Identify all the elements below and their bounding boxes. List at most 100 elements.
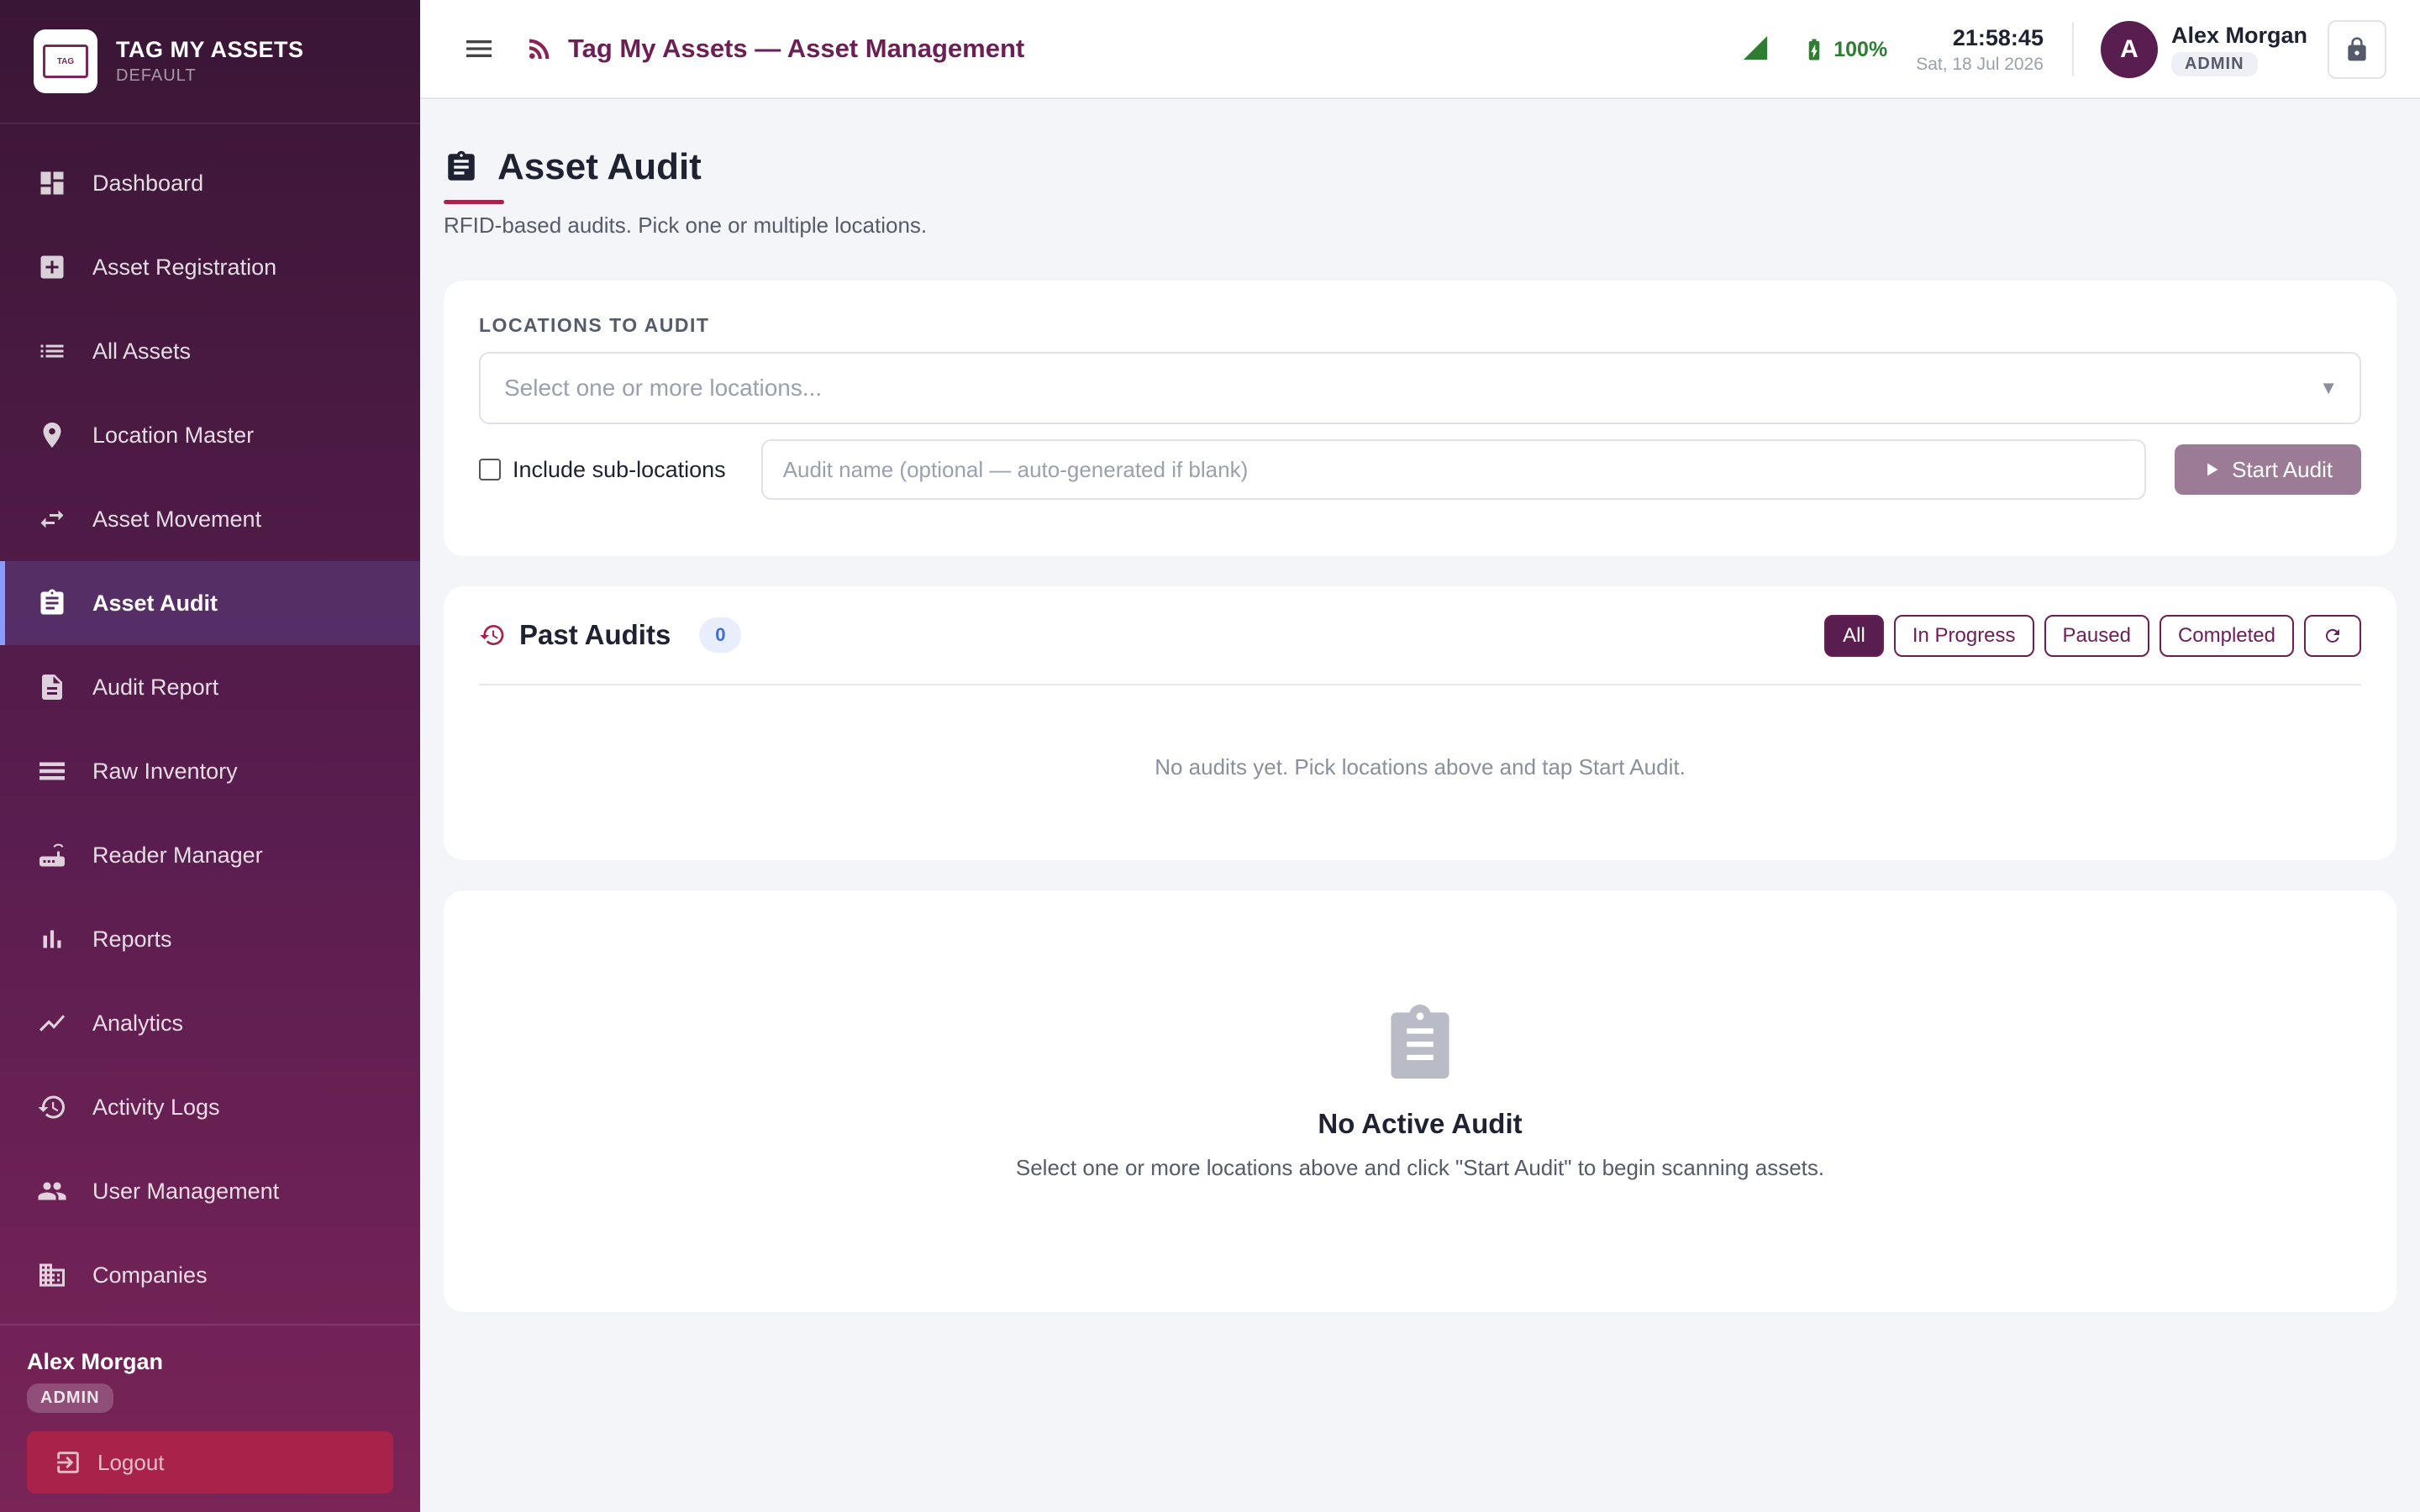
sidebar-item-label: Asset Registration [92,254,277,280]
list-icon [37,336,67,366]
people-icon [37,1176,67,1206]
include-sub-locations-checkbox[interactable] [479,459,501,480]
sidebar-item-label: Analytics [92,1010,184,1036]
sidebar-footer: Alex Morgan ADMIN Logout [0,1324,420,1512]
brand-title: TAG MY ASSETS [116,37,304,62]
audit-setup-card: LOCATIONS TO AUDIT Select one or more lo… [444,281,2396,556]
sidebar-item-audit-report[interactable]: Audit Report [0,645,420,729]
sidebar-item-label: Reader Manager [92,842,263,868]
sidebar-item-activity-logs[interactable]: Activity Logs [0,1065,420,1149]
hamburger-icon [466,40,492,57]
page-subtitle: RFID-based audits. Pick one or multiple … [444,213,928,238]
filter-all-button[interactable]: All [1824,615,1884,657]
no-active-audit-title: No Active Audit [1318,1108,1523,1139]
include-sub-locations[interactable]: Include sub-locations [479,457,761,483]
menu-toggle-button[interactable] [462,32,496,66]
dashboard-icon [37,168,67,198]
sidebar-item-label: Location Master [92,422,255,448]
history-icon [480,624,504,645]
sidebar-item-user-management[interactable]: User Management [0,1149,420,1233]
sidebar-item-reports[interactable]: Reports [0,897,420,981]
clipboard-icon [37,588,67,618]
brand-subtitle: DEFAULT [116,66,197,85]
sidebar-item-label: All Assets [92,338,192,364]
page-title: Asset Audit [497,146,702,187]
filter-completed-button[interactable]: Completed [2159,615,2294,657]
sidebar-item-raw-inventory[interactable]: Raw Inventory [0,729,420,813]
sidebar-item-dashboard[interactable]: Dashboard [0,141,420,225]
battery-charging-icon [1808,39,1820,60]
brand: TAG TAG MY ASSETS DEFAULT [0,0,420,124]
sidebar-item-asset-registration[interactable]: Asset Registration [0,225,420,309]
location-pin-icon [37,420,67,450]
logout-label: Logout [97,1449,165,1475]
sidebar-nav: Dashboard Asset Registration All Assets … [0,141,420,1317]
start-audit-button[interactable]: Start Audit [2175,444,2361,495]
router-icon [37,840,67,870]
rfid-signal-icon [524,34,555,64]
sidebar-item-companies[interactable]: Companies [0,1233,420,1317]
locations-select[interactable]: Select one or more locations... ▼ [479,352,2361,424]
lock-icon [2348,37,2366,61]
trend-icon [37,1008,67,1038]
refresh-button[interactable] [2304,615,2361,657]
past-audits-card: Past Audits 0 All In Progress Paused Com… [444,586,2396,860]
sidebar-item-asset-movement[interactable]: Asset Movement [0,477,420,561]
locations-label: LOCATIONS TO AUDIT [479,314,710,336]
refresh-icon [2325,628,2339,643]
page-header: Asset Audit [444,146,2396,188]
app-title: Tag My Assets — Asset Management [568,34,1025,63]
audit-name-input[interactable]: Audit name (optional — auto-generated if… [760,439,2147,500]
lock-screen-button[interactable] [2328,20,2386,79]
swap-arrows-icon [37,504,67,534]
past-audits-count-badge: 0 [699,617,742,653]
sidebar-item-label: Asset Movement [92,506,262,532]
sidebar-item-label: Raw Inventory [92,758,238,784]
sidebar-item-label: Asset Audit [92,590,218,616]
logout-button[interactable]: Logout [27,1431,393,1494]
sidebar-item-label: User Management [92,1178,280,1204]
sidebar-item-all-assets[interactable]: All Assets [0,309,420,393]
sidebar-user-name: Alex Morgan [27,1349,164,1374]
clock-date: Sat, 18 Jul 2026 [1916,54,2044,74]
header-divider [2071,23,2074,76]
document-icon [37,672,67,702]
sidebar-item-label: Companies [92,1262,208,1288]
building-icon [37,1260,67,1290]
caret-down-icon: ▼ [2319,377,2338,398]
audit-name-placeholder: Audit name (optional — auto-generated if… [782,456,1249,482]
header-role-badge: ADMIN [2170,52,2258,76]
no-active-audit-message: Select one or more locations above and c… [1015,1155,1825,1180]
sidebar-item-analytics[interactable]: Analytics [0,981,420,1065]
include-sub-locations-label: Include sub-locations [513,456,726,482]
logo-mark: TAG [43,45,88,78]
locations-placeholder: Select one or more locations... [504,375,823,401]
header-user-name: Alex Morgan [2170,23,2307,48]
filter-paused-button[interactable]: Paused [2044,615,2149,657]
start-audit-label: Start Audit [2232,456,2333,482]
active-audit-card: No Active Audit Select one or more locat… [444,890,2396,1312]
battery-percent: 100% [1833,37,1888,61]
battery-status: 100% [1802,35,1887,64]
sidebar-item-label: Activity Logs [92,1094,220,1120]
audit-filters: All In Progress Paused Completed [1814,586,2361,685]
sidebar-item-label: Audit Report [92,674,219,700]
sidebar: TAG TAG MY ASSETS DEFAULT Dashboard Asse… [0,0,420,1512]
brand-logo: TAG [34,29,97,93]
add-box-icon [37,252,67,282]
play-icon [2207,463,2218,476]
past-audits-empty-message: No audits yet. Pick locations above and … [1155,754,1686,780]
sidebar-item-asset-audit[interactable]: Asset Audit [0,561,420,645]
clock: 21:58:45 Sat, 18 Jul 2026 [1916,25,2044,75]
sidebar-item-reader-manager[interactable]: Reader Manager [0,813,420,897]
sidebar-item-label: Reports [92,926,172,952]
clipboard-icon [448,150,475,181]
header-user: Alex Morgan ADMIN [2170,23,2307,76]
history-icon [37,1092,67,1122]
avatar[interactable]: A [2100,21,2158,78]
rows-icon [37,756,67,786]
clipboard-icon [1391,1005,1449,1079]
filter-in-progress-button[interactable]: In Progress [1893,615,2034,657]
main-content: Asset Audit RFID-based audits. Pick one … [444,99,2396,1312]
sidebar-item-location-master[interactable]: Location Master [0,393,420,477]
